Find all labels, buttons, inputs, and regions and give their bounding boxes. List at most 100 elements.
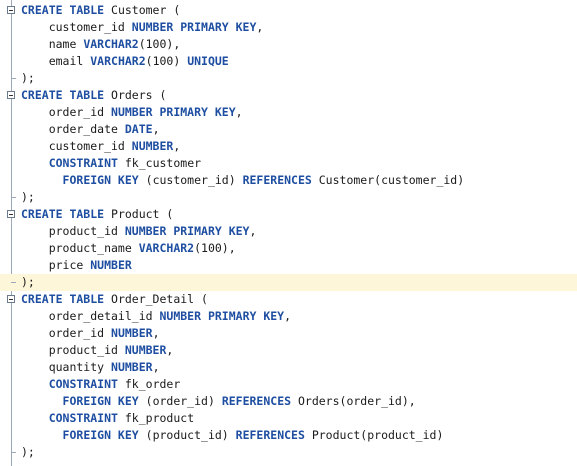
fold-end-marker — [11, 282, 16, 283]
sql-text: , — [166, 343, 174, 357]
code-line[interactable]: ); — [0, 274, 577, 291]
code-line[interactable]: CREATE TABLE Orders ( — [0, 87, 577, 104]
code-line[interactable]: product_id NUMBER, — [0, 342, 577, 359]
sql-keyword: NUMBER — [131, 139, 174, 153]
code-line-text: FOREIGN KEY (customer_id) REFERENCES Cus… — [21, 172, 465, 189]
code-line[interactable]: ); — [0, 189, 577, 206]
collapse-block-icon[interactable] — [7, 6, 15, 14]
code-line-text: order_date DATE, — [21, 121, 160, 138]
code-line[interactable]: customer_id NUMBER, — [0, 138, 577, 155]
sql-text: product_name — [21, 241, 139, 255]
code-line[interactable]: customer_id NUMBER PRIMARY KEY, — [0, 19, 577, 36]
code-line[interactable]: product_id NUMBER PRIMARY KEY, — [0, 223, 577, 240]
fold-end-marker — [11, 78, 16, 79]
code-line-text: order_id NUMBER PRIMARY KEY, — [21, 104, 243, 121]
sql-text: , — [284, 309, 292, 323]
sql-keyword: VARCHAR2 — [83, 37, 139, 51]
code-line[interactable]: product_name VARCHAR2(100), — [0, 240, 577, 257]
sql-keyword: CREATE TABLE — [21, 3, 105, 17]
code-line[interactable]: CONSTRAINT fk_order — [0, 376, 577, 393]
code-line[interactable]: FOREIGN KEY (product_id) REFERENCES Prod… — [0, 427, 577, 444]
code-line-text: CONSTRAINT fk_product — [21, 410, 194, 427]
code-area[interactable]: CREATE TABLE Customer ( customer_id NUMB… — [0, 2, 577, 461]
code-line[interactable]: email VARCHAR2(100) UNIQUE — [0, 53, 577, 70]
sql-keyword: CONSTRAINT — [48, 156, 118, 170]
code-line[interactable]: CONSTRAINT fk_product — [0, 410, 577, 427]
sql-keyword: REFERENCES — [221, 394, 292, 408]
sql-keyword: VARCHAR2 — [90, 54, 146, 68]
code-line-text: ); — [21, 70, 35, 87]
code-line[interactable]: order_id NUMBER PRIMARY KEY, — [0, 104, 577, 121]
code-line[interactable]: quantity NUMBER, — [0, 359, 577, 376]
sql-code-editor[interactable]: CREATE TABLE Customer ( customer_id NUMB… — [0, 0, 577, 466]
sql-keyword: DATE — [124, 122, 153, 136]
sql-keyword: REFERENCES — [235, 428, 305, 442]
code-line-text: CREATE TABLE Orders ( — [21, 87, 166, 104]
sql-keyword: NUMBER — [111, 360, 153, 374]
sql-text: name — [21, 37, 84, 51]
sql-text: , — [256, 20, 264, 34]
code-line[interactable]: order_id NUMBER, — [0, 325, 577, 342]
sql-keyword: FOREIGN KEY — [62, 173, 139, 187]
sql-text: Orders ( — [104, 88, 167, 102]
code-line[interactable]: price NUMBER — [0, 257, 577, 274]
code-line-text: CREATE TABLE Product ( — [21, 206, 173, 223]
sql-keyword: UNIQUE — [187, 54, 229, 68]
sql-text: email — [21, 54, 91, 68]
code-line[interactable]: ); — [0, 444, 577, 461]
code-line-text: name VARCHAR2(100), — [21, 36, 181, 53]
sql-keyword: NUMBER PRIMARY KEY — [131, 20, 257, 34]
sql-text: Customer(customer_id) — [311, 173, 465, 187]
sql-text: ); — [21, 445, 35, 459]
sql-keyword: NUMBER PRIMARY KEY — [159, 309, 285, 323]
sql-text: product_id — [21, 224, 125, 238]
sql-text: customer_id — [21, 139, 132, 153]
code-line[interactable]: order_date DATE, — [0, 121, 577, 138]
sql-keyword: NUMBER PRIMARY KEY — [111, 105, 236, 119]
code-line[interactable]: ); — [0, 70, 577, 87]
sql-keyword: REFERENCES — [242, 173, 312, 187]
collapse-block-icon[interactable] — [7, 210, 15, 218]
sql-text: , — [152, 360, 160, 374]
code-line-text: FOREIGN KEY (order_id) REFERENCES Orders… — [21, 393, 416, 410]
sql-text: quantity — [21, 360, 112, 374]
fold-end-marker — [11, 452, 16, 453]
sql-text: (customer_id) — [138, 173, 243, 187]
collapse-block-icon[interactable] — [7, 91, 15, 99]
code-line[interactable]: FOREIGN KEY (order_id) REFERENCES Orders… — [0, 393, 577, 410]
code-line[interactable]: name VARCHAR2(100), — [0, 36, 577, 53]
sql-text: Orders(order_id), — [291, 394, 416, 408]
sql-text: order_id — [21, 105, 112, 119]
code-line-text: email VARCHAR2(100) UNIQUE — [21, 53, 229, 70]
code-line[interactable]: CREATE TABLE Customer ( — [0, 2, 577, 19]
code-line-text: product_id NUMBER, — [21, 342, 174, 359]
sql-text: product_id — [21, 343, 125, 357]
sql-keyword: CREATE TABLE — [21, 292, 105, 306]
sql-keyword: NUMBER — [124, 343, 167, 357]
sql-text: (100), — [138, 37, 181, 51]
sql-keyword: NUMBER — [111, 326, 153, 340]
sql-text: order_detail_id — [21, 309, 160, 323]
code-line[interactable]: CONSTRAINT fk_customer — [0, 155, 577, 172]
code-line-text: CREATE TABLE Order_Detail ( — [21, 291, 208, 308]
sql-text: , — [235, 105, 243, 119]
code-line-text: CREATE TABLE Customer ( — [21, 2, 180, 19]
sql-keyword: FOREIGN KEY — [62, 394, 139, 408]
sql-text: fk_customer — [117, 156, 202, 170]
sql-text: (product_id) — [138, 428, 236, 442]
sql-text: Order_Detail ( — [104, 292, 208, 306]
collapse-block-icon[interactable] — [7, 295, 15, 303]
code-line[interactable]: order_detail_id NUMBER PRIMARY KEY, — [0, 308, 577, 325]
sql-text: (100) — [145, 54, 188, 68]
code-line[interactable]: CREATE TABLE Order_Detail ( — [0, 291, 577, 308]
sql-text: ); — [21, 71, 35, 85]
code-line-text: FOREIGN KEY (product_id) REFERENCES Prod… — [21, 427, 444, 444]
sql-keyword: CONSTRAINT — [48, 411, 118, 425]
code-line[interactable]: FOREIGN KEY (customer_id) REFERENCES Cus… — [0, 172, 577, 189]
code-line[interactable]: CREATE TABLE Product ( — [0, 206, 577, 223]
